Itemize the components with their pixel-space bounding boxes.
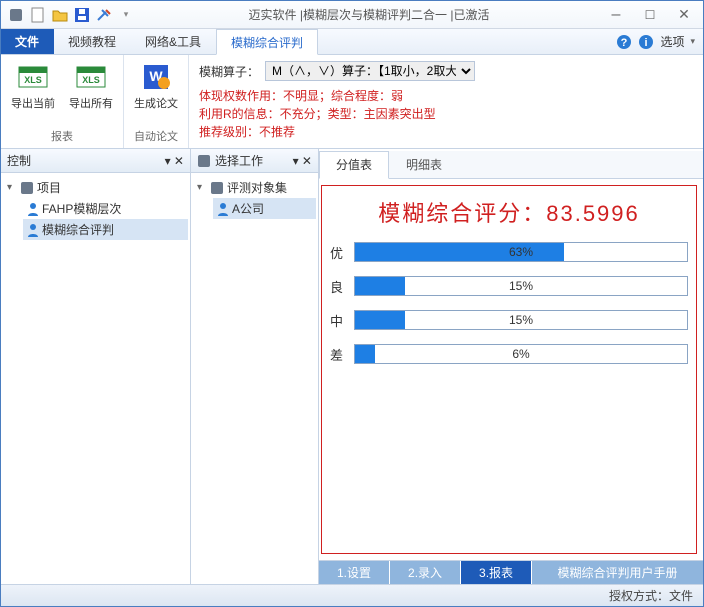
save-icon[interactable]	[73, 6, 91, 24]
twisty-icon[interactable]: ▾	[7, 182, 17, 193]
bottom-tabs: 1.设置 2.录入 3.报表 模糊综合评判用户手册	[319, 560, 703, 584]
options-button[interactable]: 选项	[660, 33, 684, 50]
panel-header: 控制 ▾ ✕	[1, 149, 190, 173]
score-title: 模糊综合评分：83.5996	[330, 196, 688, 228]
bar-percent: 6%	[355, 345, 687, 363]
help-icon[interactable]: ?	[616, 34, 632, 50]
bar: 15%	[354, 310, 688, 330]
bar-row: 中15%	[330, 310, 688, 330]
panel-close-icon[interactable]: ▾ ✕	[165, 154, 184, 168]
panel-title: 选择工作	[215, 152, 263, 169]
xls-icon: XLS	[73, 59, 109, 95]
panel-header: 选择工作 ▾ ✕	[191, 149, 318, 173]
tab-detail[interactable]: 明细表	[389, 151, 459, 178]
generate-paper-button[interactable]: W 生成论文	[130, 59, 182, 126]
operator-label: 模糊算子：	[199, 63, 259, 80]
tree-item-fahp[interactable]: FAHP模糊层次	[23, 198, 188, 219]
bar: 15%	[354, 276, 688, 296]
options-arrow-icon: ▾	[690, 36, 695, 47]
panel-close-icon[interactable]: ▾ ✕	[293, 154, 312, 168]
btab-input[interactable]: 2.录入	[390, 561, 461, 584]
new-icon[interactable]	[29, 6, 47, 24]
operator-select[interactable]: M（∧，∨）算子：【1取小，2取大】	[265, 61, 475, 81]
config-warning-1: 体现权数作用：不明显；综合程度：弱	[199, 87, 693, 105]
bar: 6%	[354, 344, 688, 364]
tab-video[interactable]: 视频教程	[54, 29, 131, 54]
tools-icon[interactable]	[95, 6, 113, 24]
close-button[interactable]: ✕	[671, 5, 697, 25]
bar-percent: 15%	[355, 311, 687, 329]
person-icon	[27, 202, 39, 216]
project-tree: ▾ 项目 FAHP模糊层次 模糊综合评判	[1, 173, 190, 584]
minimize-button[interactable]: –	[603, 5, 629, 25]
work-tree: ▾ 评测对象集 A公司	[191, 173, 318, 584]
ribbon-group-label: 报表	[51, 126, 73, 146]
bar-label: 差	[330, 345, 354, 364]
result-tabs: 分值表 明细表	[319, 151, 703, 179]
bar-label: 优	[330, 243, 354, 262]
tree-item-company[interactable]: A公司	[213, 198, 316, 219]
tree-root[interactable]: ▾ 项目	[3, 177, 188, 198]
bar-row: 良15%	[330, 276, 688, 296]
svg-text:?: ?	[621, 37, 628, 49]
tab-network[interactable]: 网络&工具	[131, 29, 216, 54]
btab-report[interactable]: 3.报表	[461, 561, 532, 584]
config-warning-2: 利用R的信息：不充分；类型：主因素突出型	[199, 105, 693, 123]
tree-item-fuzzy[interactable]: 模糊综合评判	[23, 219, 188, 240]
tabs-right: ? i 选项 ▾	[616, 29, 703, 54]
bar-row: 差6%	[330, 344, 688, 364]
tab-fuzzy[interactable]: 模糊综合评判	[216, 29, 318, 55]
person-icon	[217, 202, 229, 216]
bar-percent: 15%	[355, 277, 687, 295]
body: 控制 ▾ ✕ ▾ 项目 FAHP模糊层次 模糊综合评判	[1, 149, 703, 584]
status-bar: 授权方式：文件	[1, 584, 703, 606]
person-icon	[27, 223, 39, 237]
cube-icon	[197, 154, 211, 168]
info-icon[interactable]: i	[638, 34, 654, 50]
svg-text:XLS: XLS	[24, 75, 42, 85]
svg-text:i: i	[645, 37, 648, 49]
window-controls: – ☐ ✕	[603, 5, 697, 25]
ribbon-tabs: 文件 视频教程 网络&工具 模糊综合评判 ? i 选项 ▾	[1, 29, 703, 55]
ql-sep: ▾	[117, 6, 135, 24]
cube-icon	[20, 181, 34, 195]
svg-text:XLS: XLS	[82, 75, 100, 85]
twisty-icon[interactable]: ▾	[197, 182, 207, 193]
bar-percent: 63%	[355, 243, 687, 261]
cube-icon	[210, 181, 224, 195]
ribbon-group-report: XLS 导出当前 XLS 导出所有 报表	[1, 55, 124, 148]
ribbon-group-label: 自动论文	[134, 126, 178, 146]
result-panel: 分值表 明细表 模糊综合评分：83.5996 优63%良15%中15%差6% 1…	[319, 149, 703, 584]
btab-manual[interactable]: 模糊综合评判用户手册	[532, 561, 703, 584]
title-bar: ▾ 迈实软件 |模糊层次与模糊评判二合一 |已激活 – ☐ ✕	[1, 1, 703, 29]
xls-icon: XLS	[15, 59, 51, 95]
maximize-button[interactable]: ☐	[637, 5, 663, 25]
tab-score[interactable]: 分值表	[319, 151, 389, 179]
control-panel: 控制 ▾ ✕ ▾ 项目 FAHP模糊层次 模糊综合评判	[1, 149, 191, 584]
ribbon: XLS 导出当前 XLS 导出所有 报表 W 生成论文 自动论文 模糊算子： M…	[1, 55, 703, 149]
ribbon-config: 模糊算子： M（∧，∨）算子：【1取小，2取大】 体现权数作用：不明显；综合程度…	[189, 55, 703, 148]
ribbon-group-paper: W 生成论文 自动论文	[124, 55, 189, 148]
score-box: 模糊综合评分：83.5996 优63%良15%中15%差6%	[321, 185, 697, 554]
word-icon: W	[138, 59, 174, 95]
panel-title: 控制	[7, 152, 31, 169]
bar-row: 优63%	[330, 242, 688, 262]
tree-root[interactable]: ▾ 评测对象集	[193, 177, 316, 198]
export-all-button[interactable]: XLS 导出所有	[65, 59, 117, 126]
window-title: 迈实软件 |模糊层次与模糊评判二合一 |已激活	[135, 6, 603, 23]
bar: 63%	[354, 242, 688, 262]
status-text: 授权方式：文件	[609, 587, 693, 604]
tab-file[interactable]: 文件	[1, 29, 54, 54]
bar-label: 中	[330, 311, 354, 330]
btab-settings[interactable]: 1.设置	[319, 561, 390, 584]
select-work-panel: 选择工作 ▾ ✕ ▾ 评测对象集 A公司	[191, 149, 319, 584]
bar-label: 良	[330, 277, 354, 296]
app-icon	[7, 6, 25, 24]
export-current-button[interactable]: XLS 导出当前	[7, 59, 59, 126]
quick-launch: ▾	[7, 6, 135, 24]
open-icon[interactable]	[51, 6, 69, 24]
config-warning-3: 推荐级别：不推荐	[199, 123, 693, 141]
